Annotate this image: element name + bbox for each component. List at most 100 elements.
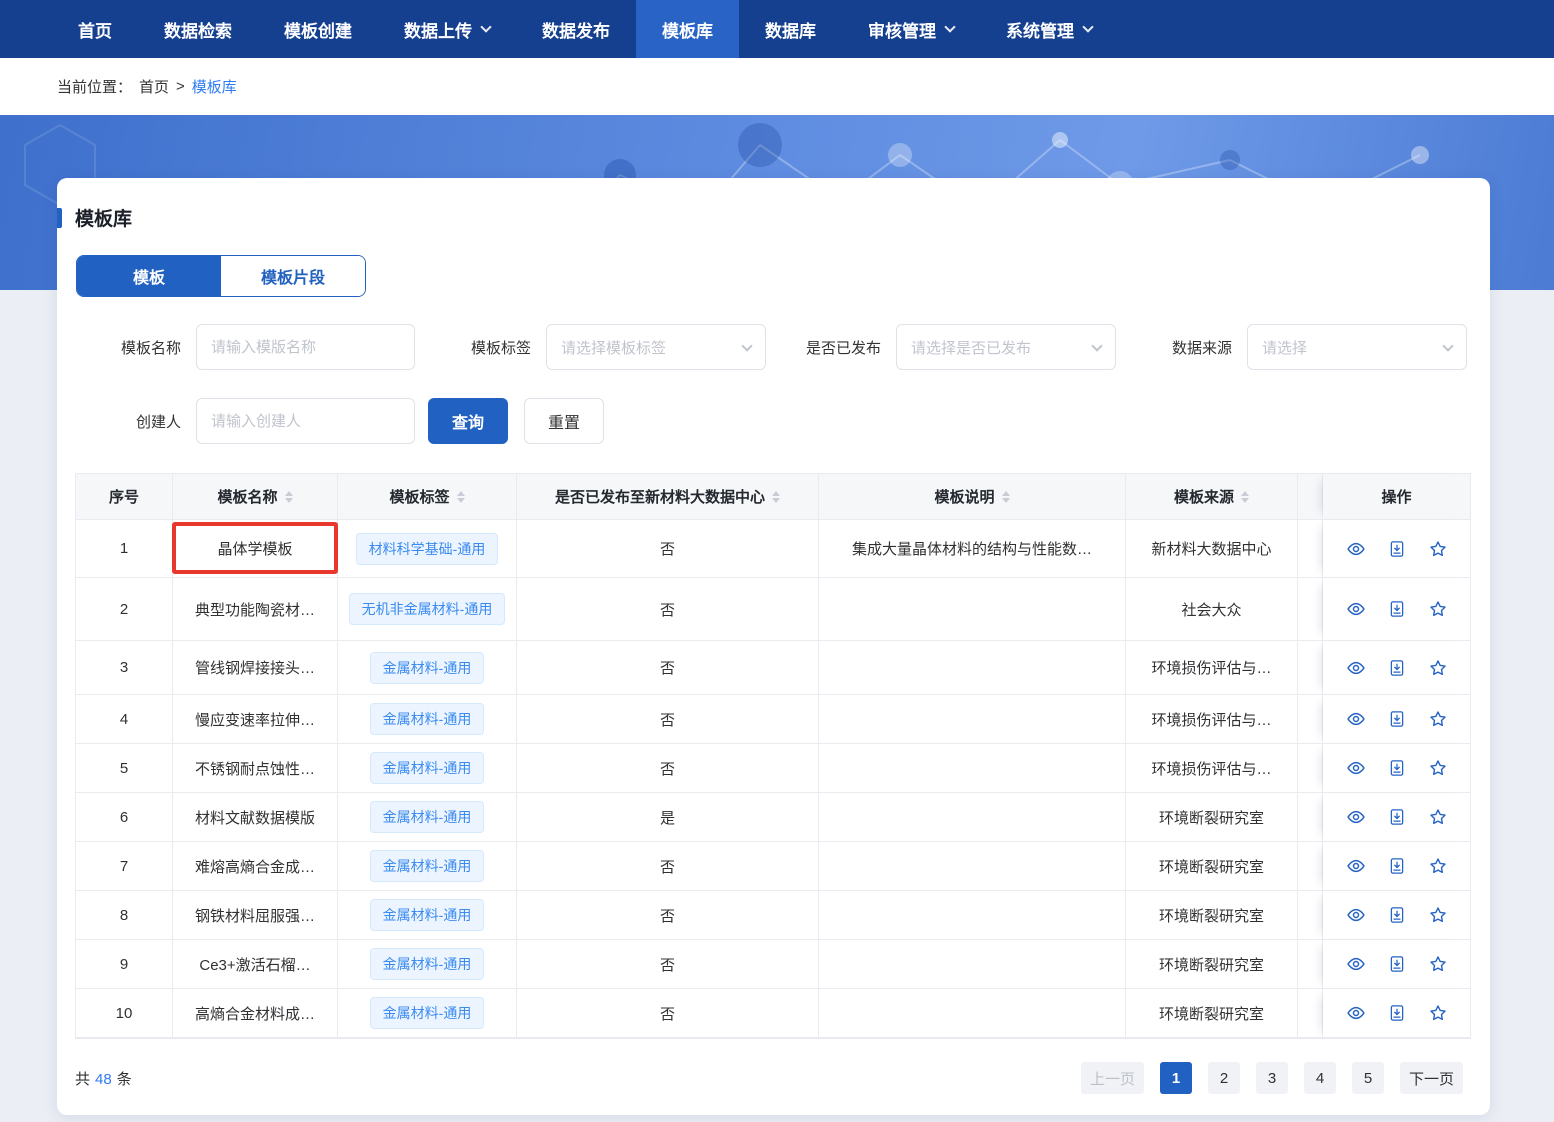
table-row: 6材料文献数据模版金属材料-通用是环境断裂研究室 (76, 793, 1470, 842)
cell-description (819, 989, 1126, 1038)
download-icon[interactable] (1388, 906, 1406, 924)
column-header-label: 模板标签 (389, 486, 449, 507)
cell-source: 环境断裂研究室 (1126, 989, 1298, 1038)
eye-icon[interactable] (1346, 954, 1366, 974)
tab-template-fragment-label: 模板片段 (261, 264, 325, 288)
cell-template-tag: 金属材料-通用 (338, 744, 517, 793)
table-row: 3管线钢焊接接头…金属材料-通用否环境损伤评估与… (76, 641, 1470, 695)
eye-icon[interactable] (1346, 599, 1366, 619)
next-page-button[interactable]: 下一页 (1400, 1062, 1463, 1094)
creator-input[interactable] (196, 398, 415, 444)
nav-item-data-publish[interactable]: 数据发布 (516, 0, 636, 58)
cell-template-name: 典型功能陶瓷材… (173, 578, 338, 641)
tab-template-fragment[interactable]: 模板片段 (221, 256, 365, 296)
template-name-text[interactable]: Ce3+激活石榴… (199, 954, 310, 975)
eye-icon[interactable] (1346, 758, 1366, 778)
template-name-text[interactable]: 高熵合金材料成… (195, 1003, 315, 1024)
sort-icon[interactable] (1241, 491, 1249, 503)
download-icon[interactable] (1388, 1004, 1406, 1022)
page-button-1[interactable]: 1 (1160, 1062, 1192, 1094)
star-icon[interactable] (1428, 905, 1448, 925)
search-button[interactable]: 查询 (428, 398, 508, 444)
data-source-select[interactable]: 请选择 (1247, 324, 1467, 370)
sort-icon[interactable] (457, 491, 465, 503)
nav-item-label: 数据库 (765, 17, 816, 42)
nav-item-template-library[interactable]: 模板库 (636, 0, 739, 58)
total-suffix: 条 (117, 1071, 132, 1088)
download-icon[interactable] (1388, 540, 1406, 558)
star-icon[interactable] (1428, 658, 1448, 678)
action-buttons (1346, 905, 1448, 925)
template-tag-select[interactable]: 请选择模板标签 (546, 324, 766, 370)
sort-icon[interactable] (1002, 491, 1010, 503)
sort-icon[interactable] (285, 491, 293, 503)
template-name-text[interactable]: 管线钢焊接接头… (195, 657, 315, 678)
template-name-text[interactable]: 材料文献数据模版 (195, 807, 315, 828)
template-table: 序号模板名称模板标签是否已发布至新材料大数据中心模板说明模板来源操作 1晶体学模… (75, 473, 1471, 1039)
template-name-input[interactable] (196, 324, 415, 370)
column-header-4[interactable]: 模板说明 (819, 474, 1126, 520)
sort-icon[interactable] (772, 491, 780, 503)
template-name-text[interactable]: 典型功能陶瓷材… (195, 599, 315, 620)
column-header-5[interactable]: 模板来源 (1126, 474, 1298, 520)
column-header-label: 操作 (1381, 486, 1411, 507)
eye-icon[interactable] (1346, 1003, 1366, 1023)
download-icon[interactable] (1388, 759, 1406, 777)
template-name-text[interactable]: 不锈钢耐点蚀性… (195, 758, 315, 779)
page-button-3[interactable]: 3 (1256, 1062, 1288, 1094)
nav-item-system-management[interactable]: 系统管理 (980, 0, 1118, 58)
nav-item-data-upload[interactable]: 数据上传 (378, 0, 516, 58)
template-tag-badge: 金属材料-通用 (370, 850, 485, 882)
column-header-3[interactable]: 是否已发布至新材料大数据中心 (517, 474, 819, 520)
star-icon[interactable] (1428, 709, 1448, 729)
eye-icon[interactable] (1346, 905, 1366, 925)
template-name-text[interactable]: 慢应变速率拉伸… (195, 709, 315, 730)
cell-index: 6 (76, 793, 173, 842)
star-icon[interactable] (1428, 599, 1448, 619)
prev-page-button[interactable]: 上一页 (1081, 1062, 1144, 1094)
nav-item-database[interactable]: 数据库 (739, 0, 842, 58)
nav-item-label: 系统管理 (1006, 17, 1074, 42)
template-name-text[interactable]: 难熔高熵合金成… (195, 856, 315, 877)
cell-index: 9 (76, 940, 173, 989)
template-name-text[interactable]: 晶体学模板 (217, 538, 292, 559)
download-icon[interactable] (1388, 600, 1406, 618)
page-button-2[interactable]: 2 (1208, 1062, 1240, 1094)
breadcrumb-home-link[interactable]: 首页 (139, 76, 169, 97)
eye-icon[interactable] (1346, 807, 1366, 827)
breadcrumb-current[interactable]: 模板库 (192, 76, 237, 97)
column-header-2[interactable]: 模板标签 (338, 474, 517, 520)
star-icon[interactable] (1428, 954, 1448, 974)
eye-icon[interactable] (1346, 658, 1366, 678)
nav-item-review-management[interactable]: 审核管理 (842, 0, 980, 58)
star-icon[interactable] (1428, 856, 1448, 876)
nav-item-home[interactable]: 首页 (52, 0, 138, 58)
cell-index: 1 (76, 520, 173, 578)
reset-button[interactable]: 重置 (524, 398, 604, 444)
cell-source: 环境断裂研究室 (1126, 842, 1298, 891)
star-icon[interactable] (1428, 758, 1448, 778)
page-button-4[interactable]: 4 (1304, 1062, 1336, 1094)
top-nav: 首页数据检索模板创建数据上传数据发布模板库 数据库 审核管理 系统管理 (0, 0, 1554, 58)
template-name-text[interactable]: 钢铁材料屈服强… (195, 905, 315, 926)
cell-index: 8 (76, 891, 173, 940)
eye-icon[interactable] (1346, 856, 1366, 876)
star-icon[interactable] (1428, 539, 1448, 559)
download-icon[interactable] (1388, 857, 1406, 875)
star-icon[interactable] (1428, 1003, 1448, 1023)
column-header-1[interactable]: 模板名称 (173, 474, 338, 520)
eye-icon[interactable] (1346, 709, 1366, 729)
nav-item-data-search[interactable]: 数据检索 (138, 0, 258, 58)
published-select[interactable]: 请选择是否已发布 (896, 324, 1116, 370)
download-icon[interactable] (1388, 710, 1406, 728)
cell-template-name: 钢铁材料屈服强… (173, 891, 338, 940)
download-icon[interactable] (1388, 659, 1406, 677)
tab-template[interactable]: 模板 (77, 256, 221, 296)
star-icon[interactable] (1428, 807, 1448, 827)
download-icon[interactable] (1388, 808, 1406, 826)
nav-item-template-create[interactable]: 模板创建 (258, 0, 378, 58)
eye-icon[interactable] (1346, 539, 1366, 559)
download-icon[interactable] (1388, 955, 1406, 973)
page-button-5[interactable]: 5 (1352, 1062, 1384, 1094)
table-header: 序号模板名称模板标签是否已发布至新材料大数据中心模板说明模板来源操作 (76, 474, 1470, 520)
